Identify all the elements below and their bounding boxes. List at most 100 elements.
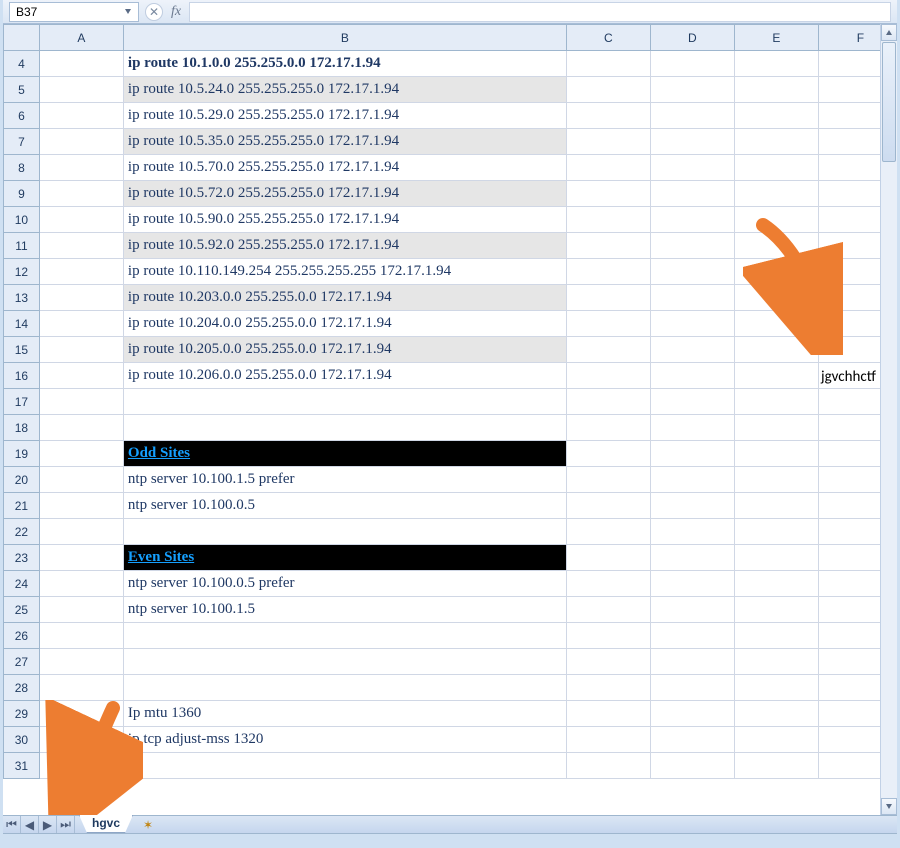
- cell[interactable]: [566, 519, 650, 545]
- row-header[interactable]: 24: [4, 571, 40, 597]
- cell[interactable]: [650, 649, 734, 675]
- cell[interactable]: [734, 311, 818, 337]
- cell[interactable]: [39, 129, 123, 155]
- cell[interactable]: [566, 181, 650, 207]
- cell[interactable]: [39, 519, 123, 545]
- cell[interactable]: [566, 753, 650, 779]
- row-header[interactable]: 28: [4, 675, 40, 701]
- cell[interactable]: [566, 467, 650, 493]
- cell[interactable]: [39, 155, 123, 181]
- cell[interactable]: [650, 623, 734, 649]
- cell[interactable]: ip route 10.5.92.0 255.255.255.0 172.17.…: [123, 233, 566, 259]
- cell[interactable]: [566, 51, 650, 77]
- spreadsheet-grid[interactable]: A B C D E F 4ip route 10.1.0.0 255.255.0…: [3, 24, 897, 815]
- cell[interactable]: [734, 337, 818, 363]
- cell[interactable]: [39, 363, 123, 389]
- cell[interactable]: [566, 77, 650, 103]
- cell[interactable]: [566, 441, 650, 467]
- cell[interactable]: [39, 207, 123, 233]
- vertical-scrollbar[interactable]: [880, 24, 897, 815]
- cell[interactable]: [650, 753, 734, 779]
- cell[interactable]: [650, 493, 734, 519]
- cell[interactable]: [566, 155, 650, 181]
- cell[interactable]: ntp server 10.100.1.5: [123, 597, 566, 623]
- cell[interactable]: [566, 415, 650, 441]
- cell[interactable]: [566, 233, 650, 259]
- row-header[interactable]: 8: [4, 155, 40, 181]
- cell[interactable]: [566, 103, 650, 129]
- cell[interactable]: ip route 10.5.29.0 255.255.255.0 172.17.…: [123, 103, 566, 129]
- row-header[interactable]: 15: [4, 337, 40, 363]
- cell[interactable]: [650, 337, 734, 363]
- cell[interactable]: [39, 727, 123, 753]
- cell[interactable]: ip route 10.203.0.0 255.255.0.0 172.17.1…: [123, 285, 566, 311]
- cell[interactable]: [734, 753, 818, 779]
- cell[interactable]: [650, 259, 734, 285]
- cell[interactable]: [123, 675, 566, 701]
- cell[interactable]: ip route 10.206.0.0 255.255.0.0 172.17.1…: [123, 363, 566, 389]
- cell[interactable]: [566, 259, 650, 285]
- cell[interactable]: [39, 545, 123, 571]
- row-header[interactable]: 30: [4, 727, 40, 753]
- cell[interactable]: [650, 207, 734, 233]
- row-header[interactable]: 16: [4, 363, 40, 389]
- cell[interactable]: [39, 467, 123, 493]
- cell[interactable]: [650, 77, 734, 103]
- row-header[interactable]: 27: [4, 649, 40, 675]
- cell[interactable]: [734, 519, 818, 545]
- cell[interactable]: ip route 10.204.0.0 255.255.0.0 172.17.1…: [123, 311, 566, 337]
- cell[interactable]: [734, 155, 818, 181]
- cell[interactable]: [650, 597, 734, 623]
- cell[interactable]: [734, 597, 818, 623]
- cell[interactable]: [123, 519, 566, 545]
- name-box-dropdown-icon[interactable]: [120, 4, 136, 20]
- cell[interactable]: Even Sites: [123, 545, 566, 571]
- cell[interactable]: ip tcp adjust-mss 1320: [123, 727, 566, 753]
- cell[interactable]: [650, 103, 734, 129]
- cell[interactable]: [650, 51, 734, 77]
- cell[interactable]: [566, 285, 650, 311]
- cell[interactable]: [566, 597, 650, 623]
- row-header[interactable]: 31: [4, 753, 40, 779]
- row-header[interactable]: 19: [4, 441, 40, 467]
- fx-icon[interactable]: fx: [171, 4, 181, 20]
- cell[interactable]: [39, 103, 123, 129]
- cell[interactable]: [734, 181, 818, 207]
- cell[interactable]: [39, 311, 123, 337]
- cell[interactable]: [734, 363, 818, 389]
- cell[interactable]: [734, 51, 818, 77]
- cell[interactable]: [734, 285, 818, 311]
- cell[interactable]: [39, 493, 123, 519]
- cell[interactable]: [734, 389, 818, 415]
- row-header[interactable]: 12: [4, 259, 40, 285]
- cell[interactable]: [39, 77, 123, 103]
- cell[interactable]: [734, 571, 818, 597]
- tab-nav-prev[interactable]: ◀: [21, 816, 39, 833]
- cell[interactable]: ntp server 10.100.1.5 prefer: [123, 467, 566, 493]
- cell[interactable]: ip route 10.5.72.0 255.255.255.0 172.17.…: [123, 181, 566, 207]
- cell[interactable]: [566, 493, 650, 519]
- cell[interactable]: [734, 545, 818, 571]
- cell[interactable]: [39, 571, 123, 597]
- cell[interactable]: [734, 467, 818, 493]
- row-header[interactable]: 7: [4, 129, 40, 155]
- cell[interactable]: [39, 233, 123, 259]
- cell[interactable]: [123, 753, 566, 779]
- cell[interactable]: [566, 363, 650, 389]
- cell[interactable]: [123, 649, 566, 675]
- cell[interactable]: [123, 389, 566, 415]
- tab-nav-next[interactable]: ▶: [39, 816, 57, 833]
- row-header[interactable]: 21: [4, 493, 40, 519]
- cell[interactable]: ip route 10.110.149.254 255.255.255.255 …: [123, 259, 566, 285]
- cell[interactable]: [650, 285, 734, 311]
- cell[interactable]: [650, 415, 734, 441]
- cell[interactable]: [39, 675, 123, 701]
- cell[interactable]: [566, 129, 650, 155]
- row-header[interactable]: 25: [4, 597, 40, 623]
- cell[interactable]: [650, 363, 734, 389]
- cell[interactable]: [39, 623, 123, 649]
- cell[interactable]: [734, 415, 818, 441]
- formula-input[interactable]: [189, 2, 891, 22]
- cell[interactable]: [734, 233, 818, 259]
- scroll-up-button[interactable]: [881, 24, 897, 41]
